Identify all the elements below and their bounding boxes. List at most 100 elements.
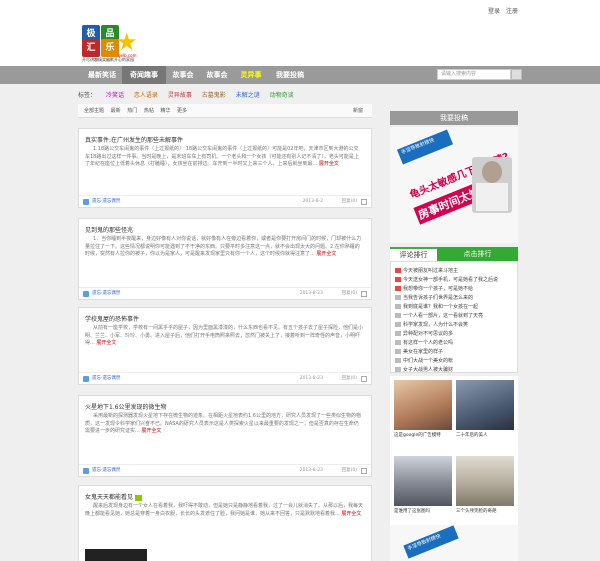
post-card: 女鬼天天都能看见 醒来后发现身边有一个女人在看着我，我吓得不敢动，但是她只是静静… [78, 485, 372, 561]
post-title[interactable]: 女鬼天天都能看见 [85, 492, 143, 501]
list-item[interactable]: 我想带你一个孩子，可是她不给 [395, 285, 473, 292]
top-bar: 登录 注册 [0, 0, 600, 20]
nav-item-story-1[interactable]: 故事会 [166, 66, 200, 84]
rank-badge [395, 358, 401, 363]
ad-line-1: 手淫导致射精快 [396, 129, 454, 165]
post-author[interactable]: 遗忘·遗忘偶然 [92, 196, 120, 208]
login-link[interactable]: 登录 [488, 8, 500, 15]
main-nav: 最新笑话 奇闻趣事 故事会 故事会 灵异事 我要投稿 请输入搜索内容 [0, 66, 600, 84]
rank-badge [395, 286, 401, 291]
thumbnail[interactable] [456, 456, 514, 506]
list-item[interactable]: 中们大战一个美女的帐 [395, 357, 453, 364]
nav-item-submit[interactable]: 我要投稿 [270, 66, 310, 84]
post-card: 火星地下1.6公里发现的微生物 采用最新的探测器发现火星地下存在微生物的迹象。在… [78, 395, 372, 477]
post-author[interactable]: 遗忘·遗忘偶然 [92, 373, 120, 385]
tag-item[interactable]: 古墓鬼影 [202, 92, 226, 99]
rank-badge [395, 340, 401, 345]
tab-click-rank[interactable]: 点击排行 [437, 247, 518, 261]
list-item[interactable]: 有这样一个人的老公吗 [395, 339, 453, 346]
collapse-icon[interactable] [361, 199, 367, 205]
filter-featured[interactable]: 精华 [160, 108, 170, 114]
read-more-link[interactable]: 展开全文 [141, 428, 161, 434]
post-body: 1.18路公交车闹鬼的事件（上过报纸的） 18路公交车闹鬼的事件（上过报纸的）可… [85, 146, 359, 167]
site-logo[interactable]: 极 品 汇 乐 ★ 开尽讲趣搞笑幽默开心的家园 gelb.com [82, 25, 140, 65]
nav-item-latest-jokes[interactable]: 最新笑话 [82, 66, 122, 84]
nav-item-odd-stories[interactable]: 奇闻趣事 [122, 66, 166, 84]
filter-hot[interactable]: 热门 [127, 108, 137, 114]
read-more-link[interactable]: 展开全文 [316, 251, 336, 257]
post-date: 2013-8-23 [299, 376, 323, 381]
avatar [83, 376, 89, 382]
tag-item[interactable]: 未解之谜 [236, 92, 260, 99]
post-body: 从前有一座学校，学校有一间黑乎乎的屋子，因为里面黑漆漆的，什么东西也看不见。有五… [85, 325, 364, 346]
collapse-icon[interactable] [361, 291, 367, 297]
thumbnail-caption[interactable]: 是谁用了这张图吗 [394, 508, 430, 514]
search-button[interactable] [511, 69, 522, 80]
thumbnail-caption[interactable]: 三个头颅笑脸的奇葩 [456, 508, 497, 514]
post-footer: 遗忘·遗忘偶然 2013-8-23 回复(0) [79, 464, 371, 476]
list-item[interactable]: 今天被朋友叫过来斗地主 [395, 267, 458, 274]
list-item[interactable]: 当我告诉孩子们世界是怎么来的 [395, 294, 473, 301]
tag-item[interactable]: 动物奇谈 [270, 92, 294, 99]
post-date: 2013-8-23 [299, 468, 323, 473]
list-item[interactable]: 一个人看一部片，这一看就到了天亮 [395, 312, 483, 319]
thumbnail-caption[interactable]: 二十年后的美人 [456, 432, 488, 438]
new-window-toggle[interactable]: 新窗 [353, 104, 363, 118]
read-more-link[interactable]: 展开全文 [319, 161, 339, 167]
filter-all[interactable]: 全部主题 [84, 108, 104, 114]
list-item[interactable]: 我到底是谁？我和一个女孩在一起 [395, 303, 478, 310]
rank-badge [395, 367, 401, 372]
read-more-link[interactable]: 展开全文 [96, 340, 116, 346]
image-badge-icon [135, 494, 143, 501]
thumbnail[interactable] [456, 380, 514, 430]
post-body: 醒来后发现身边有一个女人在看着我，我吓得不敢动，但是她只是静静地看着我，过了一会… [85, 503, 364, 517]
post-title[interactable]: 真实事件:在广州发生的那些未解事件 [85, 135, 183, 144]
tag-item[interactable]: 冷笑话 [106, 92, 124, 99]
tag-bar: 标签： 冷笑话 恋人语录 灵异故事 古墓鬼影 未解之谜 动物奇谈 [78, 90, 302, 99]
thumbnail[interactable] [394, 456, 452, 506]
post-card: 见到鬼的那些怪兆 1．当你睡到半夜醒来，身边好像有人对你说话，就好像有人在旁边看… [78, 218, 372, 300]
reply-link[interactable]: 回复(0) [342, 373, 357, 385]
video-thumbnail[interactable] [85, 549, 147, 561]
tab-comment-rank[interactable]: 评论排行 [390, 247, 437, 261]
reply-link[interactable]: 回复(0) [342, 465, 357, 477]
filter-latest[interactable]: 最新 [111, 108, 121, 114]
submit-header[interactable]: 我要投稿 [390, 111, 518, 125]
avatar [83, 468, 89, 474]
list-item[interactable]: 科学家发现，人为什么不会笑 [395, 321, 468, 328]
reply-link[interactable]: 回复(0) [342, 196, 357, 208]
collapse-icon[interactable] [361, 468, 367, 474]
sidebar-ad[interactable]: 手淫导致射精快 龟头太敏感几下就射精? 房事时间太短? [390, 127, 518, 243]
post-date: 2013-8-23 [299, 291, 323, 296]
rank-badge [395, 322, 401, 327]
nav-item-supernatural[interactable]: 灵异事 [234, 66, 268, 84]
post-title[interactable]: 见到鬼的那些怪兆 [85, 225, 133, 234]
list-item[interactable]: 女子大战男人被大骗财 [395, 366, 453, 373]
tag-item[interactable]: 灵异故事 [168, 92, 192, 99]
tag-item[interactable]: 恋人语录 [134, 92, 158, 99]
thumbnail[interactable] [394, 380, 452, 430]
avatar [83, 199, 89, 205]
thumbnail-caption[interactable]: 这是google的广告模特 [394, 432, 441, 438]
filter-bar: 全部主题 最新 热门 热帖 精华 更多 新窗 [78, 104, 372, 118]
reply-link[interactable]: 回复(0) [342, 288, 357, 300]
logo-star-icon: ★ [116, 28, 138, 56]
post-author[interactable]: 遗忘·遗忘偶然 [92, 465, 120, 477]
ad-line-1: 手淫导致射精快 [403, 525, 459, 559]
post-title[interactable]: 火星地下1.6公里发现的微生物 [85, 402, 167, 411]
read-more-link[interactable]: 展开全文 [341, 511, 361, 517]
rank-badge [395, 349, 401, 354]
list-item[interactable]: 美女在家里的样子 [395, 348, 443, 355]
ad-photo [472, 157, 512, 213]
search-input[interactable]: 请输入搜索内容 [437, 69, 511, 80]
list-item[interactable]: 今天送女神一部手机，可是她看了我之后说 [395, 276, 498, 283]
sidebar-ad-2[interactable]: 手淫导致射精快 [390, 525, 518, 561]
nav-item-story-2[interactable]: 故事会 [200, 66, 234, 84]
collapse-icon[interactable] [361, 376, 367, 382]
register-link[interactable]: 注册 [506, 8, 518, 15]
list-item[interactable]: 异种配对不可思议的多 [395, 330, 453, 337]
filter-more[interactable]: 更多 [177, 108, 187, 114]
post-title[interactable]: 学校鬼屋的恐怖事件 [85, 314, 139, 323]
post-author[interactable]: 遗忘·遗忘偶然 [92, 288, 120, 300]
filter-hot-posts[interactable]: 热帖 [144, 108, 154, 114]
